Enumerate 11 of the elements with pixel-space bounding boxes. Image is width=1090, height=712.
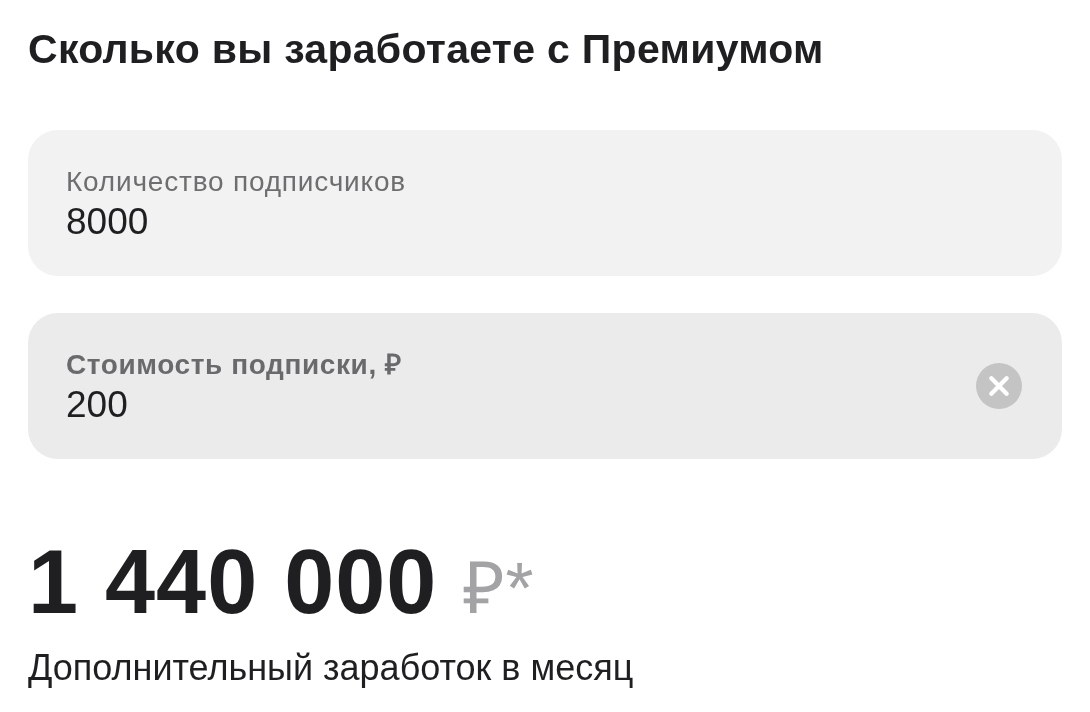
earnings-caption: Дополнительный заработок в месяц xyxy=(28,647,634,689)
clear-icon[interactable] xyxy=(976,363,1022,409)
earnings-amount: 1 440 000 xyxy=(28,535,438,629)
field-value: 200 xyxy=(66,384,128,426)
field-label: Количество подписчиков xyxy=(66,165,406,199)
field-value: 8000 xyxy=(66,201,149,243)
text-field[interactable]: Стоимость подписки, ₽ 200 xyxy=(28,313,1062,459)
text-field[interactable]: Количество подписчиков 8000 xyxy=(28,130,1062,276)
field-label: Стоимость подписки, ₽ xyxy=(66,348,402,382)
currency-sign: ₽* xyxy=(463,547,534,630)
heading: Сколько вы заработаете с Премиумом xyxy=(28,25,824,74)
